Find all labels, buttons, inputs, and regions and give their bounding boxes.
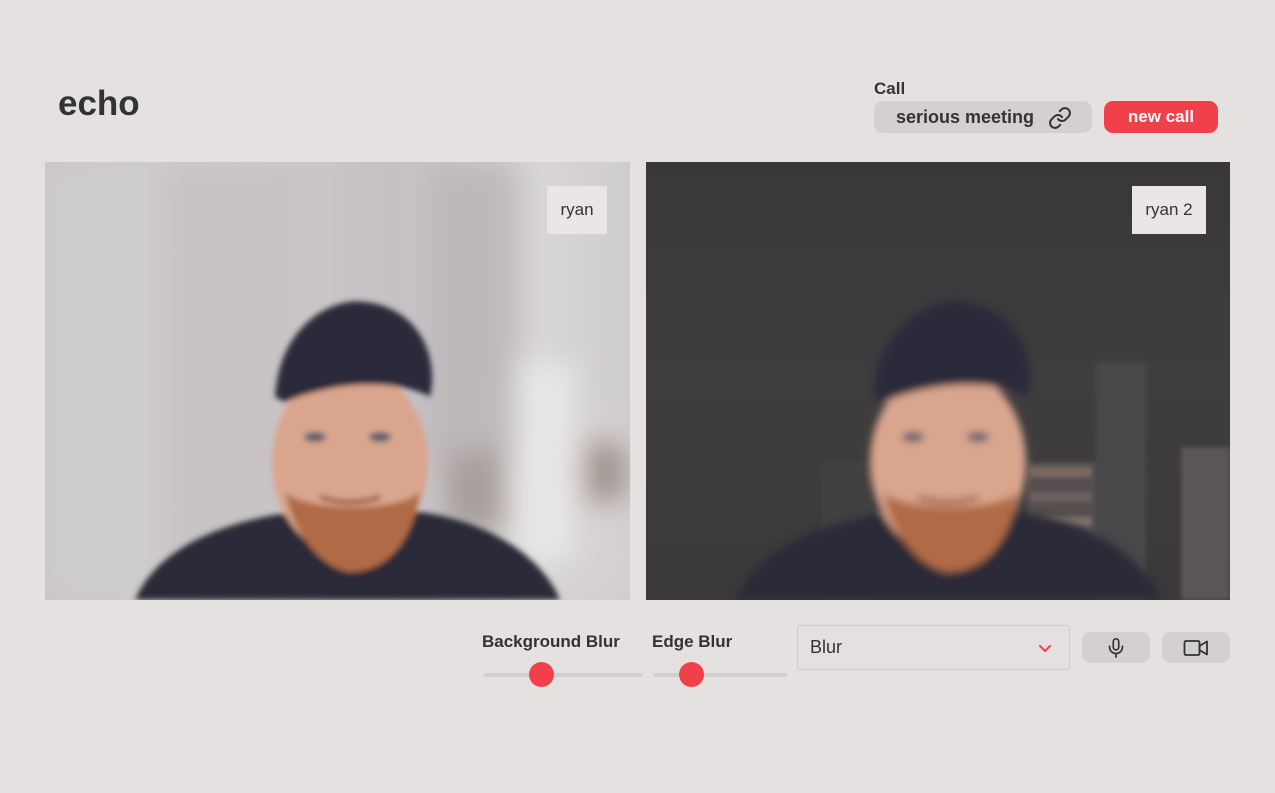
camera-toggle-button[interactable] [1162, 632, 1230, 663]
call-name-copy-button[interactable]: serious meeting [874, 101, 1092, 133]
selected-effect-value: Blur [810, 637, 843, 657]
call-name-text: serious meeting [896, 106, 1035, 127]
video-tile-remote: ryan 2 [646, 162, 1230, 600]
video-camera-icon [1183, 639, 1208, 656]
background-blur-label: Background Blur [482, 632, 620, 651]
edge-blur-label: Edge Blur [652, 632, 733, 651]
video-tile-local: ryan [45, 162, 630, 600]
participant-video-image [45, 162, 630, 600]
edge-blur-control: Edge Blur [652, 632, 787, 687]
new-call-button[interactable]: new call [1104, 101, 1218, 133]
chevron-down-icon [1039, 645, 1051, 652]
background-effect-select[interactable]: Blur [797, 625, 1070, 670]
microphone-toggle-button[interactable] [1082, 632, 1150, 663]
background-blur-slider[interactable] [484, 662, 642, 687]
participant-name-tag: ryan [547, 186, 607, 234]
participant-name-tag: ryan 2 [1132, 186, 1206, 234]
edge-blur-slider-thumb[interactable] [679, 662, 705, 687]
microphone-icon [1108, 637, 1124, 658]
call-label: Call [874, 79, 906, 98]
link-icon [1049, 107, 1071, 129]
background-blur-control: Background Blur [482, 632, 642, 687]
background-blur-slider-thumb[interactable] [528, 662, 554, 687]
edge-blur-slider[interactable] [654, 662, 787, 687]
app-title: echo [58, 84, 140, 123]
